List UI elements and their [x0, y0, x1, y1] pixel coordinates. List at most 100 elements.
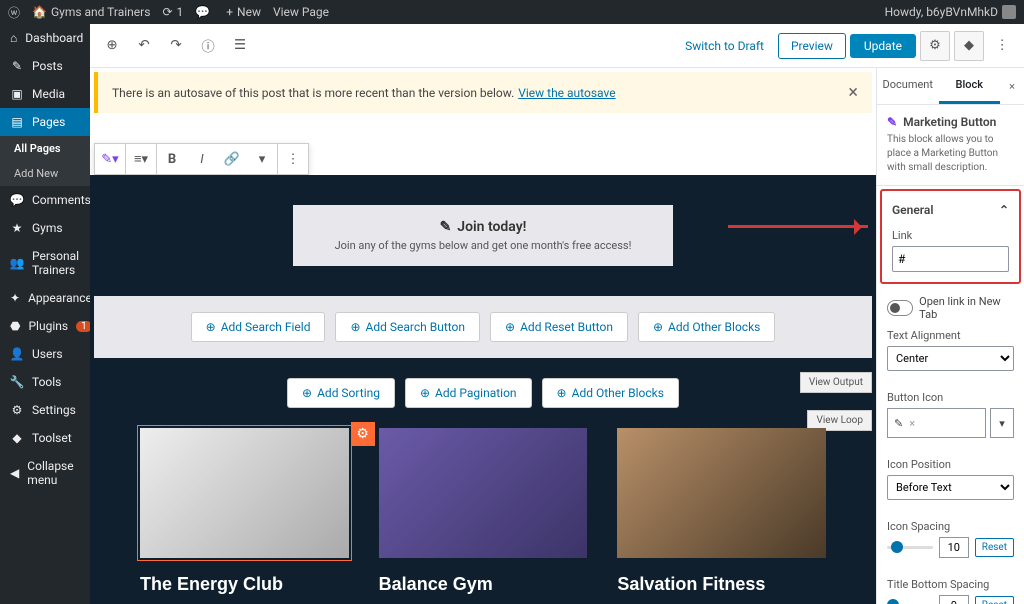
menu-media[interactable]: ▣Media — [0, 80, 90, 108]
editor-canvas: There is an autosave of this post that i… — [90, 68, 876, 604]
admin-menu: ⌂Dashboard ✎Posts ▣Media ▤Pages All Page… — [0, 24, 90, 604]
view-page[interactable]: View Page — [273, 5, 329, 19]
menu-users[interactable]: 👤Users — [0, 340, 90, 368]
align-button[interactable]: ≡▾ — [126, 144, 156, 174]
menu-collapse[interactable]: ◀Collapse menu — [0, 452, 90, 494]
notice-text: There is an autosave of this post that i… — [112, 86, 514, 100]
menu-tools[interactable]: 🔧Tools — [0, 368, 90, 396]
block-title: Marketing Button — [903, 115, 996, 129]
block-icon: ✎ — [887, 115, 897, 129]
link-input[interactable] — [892, 246, 1009, 272]
text-alignment-select[interactable]: Center — [887, 346, 1014, 371]
link-button[interactable]: 🔗 — [217, 144, 247, 174]
redo-button[interactable]: ↷ — [162, 32, 190, 60]
wp-logo[interactable]: ⓦ — [8, 4, 20, 21]
gym-name: Salvation Fitness — [617, 574, 826, 595]
menu-toolset[interactable]: ◆Toolset — [0, 424, 90, 452]
sort-block: View Output View Loop ⊕ Add Sorting ⊕ Ad… — [140, 378, 826, 408]
search-block: ⊕ Add Search Field ⊕ Add Search Button ⊕… — [94, 296, 872, 358]
site-name[interactable]: 🏠 Gyms and Trainers — [32, 5, 150, 19]
more-menu[interactable]: ⋮ — [988, 32, 1016, 60]
info-button[interactable]: ⓘ — [194, 32, 222, 60]
outline-button[interactable]: ☰ — [226, 32, 254, 60]
undo-button[interactable]: ↶ — [130, 32, 158, 60]
link-label: Link — [892, 229, 1009, 242]
comments-link[interactable]: 💬 — [195, 5, 214, 19]
menu-trainers[interactable]: 👥Personal Trainers — [0, 242, 90, 284]
gym-image — [617, 428, 826, 558]
menu-pages[interactable]: ▤Pages — [0, 108, 90, 136]
settings-toggle[interactable]: ⚙ — [920, 31, 950, 61]
edit-icon: ✎ — [894, 417, 903, 430]
block-more-button[interactable]: ⋮ — [278, 144, 308, 174]
hero-subtitle: Join any of the gyms below and get one m… — [313, 239, 653, 252]
more-format-button[interactable]: ▾ — [247, 144, 277, 174]
menu-settings[interactable]: ⚙Settings — [0, 396, 90, 424]
view-output-button[interactable]: View Output — [800, 372, 872, 393]
switch-to-draft[interactable]: Switch to Draft — [675, 33, 774, 59]
gym-card-3[interactable]: Salvation Fitness Rating: 4.5 ★★★★★ The … — [617, 428, 826, 604]
icon-spacing-input[interactable] — [939, 537, 969, 558]
open-new-tab-toggle[interactable] — [887, 300, 913, 316]
reset-title-spacing[interactable]: Reset — [975, 596, 1014, 604]
gym-name: The Energy Club — [140, 574, 349, 595]
add-search-button[interactable]: ⊕ Add Search Button — [335, 312, 480, 342]
autosave-notice: There is an autosave of this post that i… — [94, 72, 872, 113]
inspector-sidebar: Document Block × ✎ Marketing Button This … — [876, 68, 1024, 604]
add-sorting[interactable]: ⊕ Add Sorting — [287, 378, 395, 408]
tab-document[interactable]: Document — [877, 68, 939, 104]
close-inspector[interactable]: × — [1000, 68, 1024, 104]
icon-spacing-label: Icon Spacing — [887, 520, 1014, 533]
icon-picker[interactable]: ✎× — [887, 408, 986, 438]
reset-icon-spacing[interactable]: Reset — [975, 538, 1014, 557]
avatar — [1002, 5, 1016, 19]
add-other-blocks[interactable]: ⊕ Add Other Blocks — [638, 312, 775, 342]
updates-link[interactable]: ⟳ 1 — [162, 5, 183, 19]
icon-picker-dropdown[interactable]: ▾ — [990, 408, 1014, 438]
submenu-add-new[interactable]: Add New — [0, 161, 90, 186]
block-toolbar: ✎▾ ≡▾ B I 🔗 ▾ ⋮ — [94, 143, 309, 175]
text-alignment-label: Text Alignment — [887, 329, 1014, 342]
block-type-icon[interactable]: ✎▾ — [95, 144, 125, 174]
callout-arrow — [728, 225, 868, 228]
icon-position-select[interactable]: Before Text — [887, 475, 1014, 500]
bold-button[interactable]: B — [157, 144, 187, 174]
italic-button[interactable]: I — [187, 144, 217, 174]
submenu-all-pages[interactable]: All Pages — [0, 136, 90, 161]
panel-general[interactable]: General⌃ — [882, 191, 1019, 229]
toolset-toggle[interactable]: ◆ — [954, 31, 984, 61]
menu-dashboard[interactable]: ⌂Dashboard — [0, 24, 90, 52]
menu-appearance[interactable]: ✦Appearance — [0, 284, 90, 312]
gym-card-1[interactable]: ⚙ The Energy Club Rating: 4 ★★★★☆ The pe… — [140, 428, 349, 604]
notice-link[interactable]: View the autosave — [518, 86, 615, 100]
plugins-badge: 1 — [76, 321, 90, 332]
admin-bar: ⓦ 🏠 Gyms and Trainers ⟳ 1 💬 + New View P… — [0, 0, 1024, 24]
gym-image — [140, 428, 349, 558]
gym-grid: ⚙ The Energy Club Rating: 4 ★★★★☆ The pe… — [140, 428, 826, 604]
gym-card-2[interactable]: Balance Gym Rating: 5 ★★★★★ If you are l… — [379, 428, 588, 604]
add-search-field[interactable]: ⊕ Add Search Field — [191, 312, 326, 342]
menu-plugins[interactable]: ⬣Plugins 1 — [0, 312, 90, 340]
new-content[interactable]: + New — [226, 5, 261, 19]
add-block-button[interactable]: ⊕ — [98, 32, 126, 60]
menu-posts[interactable]: ✎Posts — [0, 52, 90, 80]
gym-image — [379, 428, 588, 558]
hero-card[interactable]: ✎Join today! Join any of the gyms below … — [293, 205, 673, 266]
update-button[interactable]: Update — [850, 34, 916, 58]
icon-spacing-slider[interactable] — [887, 546, 933, 549]
icon-position-label: Icon Position — [887, 458, 1014, 471]
menu-gyms[interactable]: ★Gyms — [0, 214, 90, 242]
hero-title: Join today! — [457, 219, 526, 235]
title-spacing-label: Title Bottom Spacing — [887, 578, 1014, 591]
add-pagination[interactable]: ⊕ Add Pagination — [405, 378, 532, 408]
title-spacing-input[interactable] — [939, 595, 969, 604]
preview-button[interactable]: Preview — [778, 33, 846, 59]
add-reset-button[interactable]: ⊕ Add Reset Button — [490, 312, 628, 342]
howdy-account[interactable]: Howdy, b6yBVnMhkD — [885, 5, 1016, 19]
block-description: This block allows you to place a Marketi… — [887, 133, 1014, 175]
add-other-blocks-2[interactable]: ⊕ Add Other Blocks — [542, 378, 679, 408]
tab-block[interactable]: Block — [939, 68, 1001, 104]
gear-icon[interactable]: ⚙ — [351, 422, 375, 446]
dismiss-notice[interactable]: × — [848, 82, 858, 103]
menu-comments[interactable]: 💬Comments — [0, 186, 90, 214]
